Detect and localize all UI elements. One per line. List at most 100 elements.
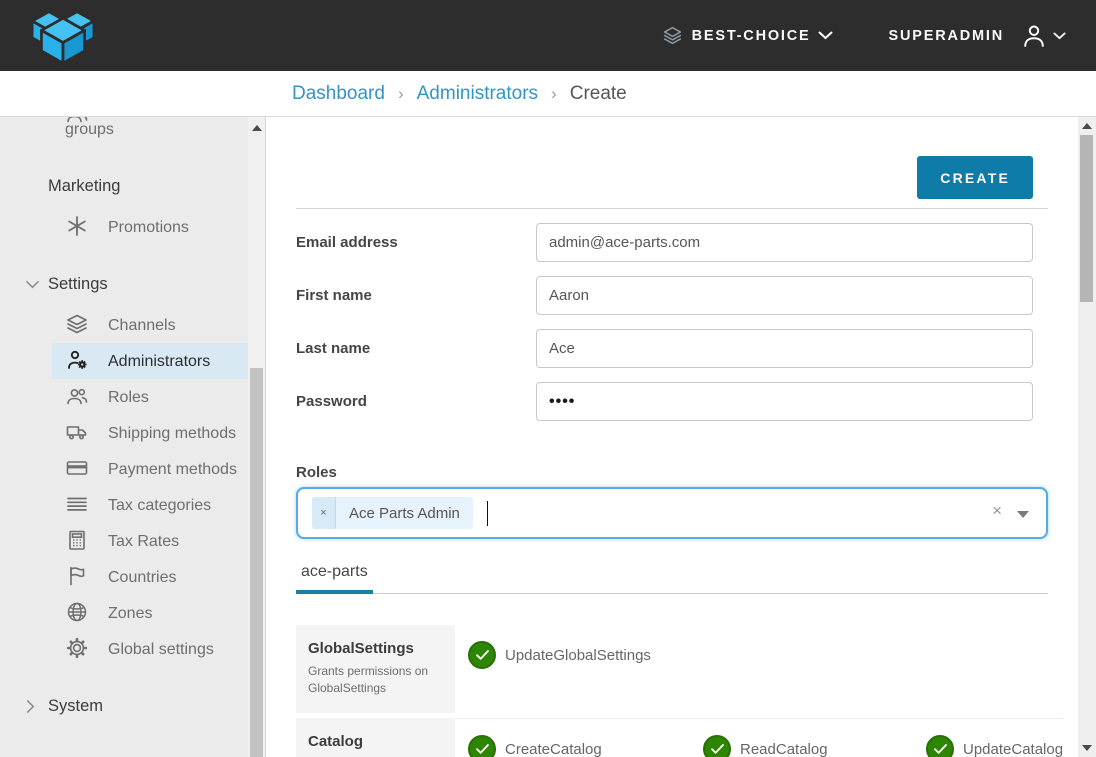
scroll-down-arrow[interactable] — [1082, 745, 1092, 751]
layers-icon — [65, 312, 89, 336]
section-header-settings[interactable]: Settings — [0, 275, 248, 297]
dropdown-arrow-icon[interactable] — [1017, 511, 1029, 518]
sidebar-item-administrators[interactable]: Administrators — [52, 343, 248, 379]
table-row: Catalog Grants permissions on Products, … — [296, 718, 1048, 757]
top-bar: BEST-CHOICE SUPERADMIN — [0, 0, 1096, 71]
user-menu[interactable] — [1020, 22, 1066, 50]
create-button[interactable]: CREATE — [917, 156, 1033, 199]
roles-section: Roles × Ace Parts Admin × — [296, 464, 1048, 539]
section-label: System — [48, 697, 103, 715]
sidebar-item-channels[interactable]: Channels — [52, 307, 248, 343]
sidebar-item-countries[interactable]: Countries — [52, 559, 248, 595]
permission-toggle-updatecatalog[interactable]: UpdateCatalog — [926, 735, 1063, 757]
sidebar-item-label: Promotions — [108, 219, 189, 236]
email-label: Email address — [296, 234, 536, 251]
check-circle-icon — [926, 735, 954, 757]
sidebar-item-tax-categories[interactable]: Tax categories — [52, 487, 248, 523]
table-row: GlobalSettings Grants permissions on Glo… — [296, 625, 1048, 713]
last-name-label: Last name — [296, 340, 536, 357]
admin-detail-form: Email address First name Last name Passw… — [296, 223, 1048, 421]
sidebar-item-label: Countries — [108, 569, 176, 586]
section-label: Settings — [48, 275, 108, 293]
sidebar-section-system: System — [0, 697, 248, 719]
users-icon — [65, 117, 89, 126]
breadcrumb-administrators[interactable]: Administrators — [417, 83, 538, 105]
permissions-table: GlobalSettings Grants permissions on Glo… — [296, 625, 1048, 757]
roles-label: Roles — [296, 464, 1048, 481]
permission-group-name: GlobalSettings — [308, 640, 443, 657]
first-name-label: First name — [296, 287, 536, 304]
sidebar-item-label: Zones — [108, 605, 152, 622]
layers-icon — [662, 25, 683, 46]
users-icon — [65, 384, 89, 408]
scrollbar-thumb[interactable] — [250, 368, 263, 757]
text-cursor — [487, 501, 489, 526]
last-name-field[interactable] — [536, 329, 1033, 368]
sidebar-item-label: Tax categories — [108, 497, 211, 514]
globe-icon — [65, 600, 89, 624]
section-label: Marketing — [48, 177, 120, 195]
email-field[interactable] — [536, 223, 1033, 262]
scrollbar-thumb[interactable] — [1080, 135, 1093, 302]
sidebar-item-label: Payment methods — [108, 461, 237, 478]
sidebar-item-tax-rates[interactable]: Tax Rates — [52, 523, 248, 559]
chip-remove-icon[interactable]: × — [312, 497, 336, 529]
scroll-up-arrow[interactable] — [1082, 123, 1092, 129]
role-chip: × Ace Parts Admin — [312, 497, 473, 529]
chevron-right-icon — [26, 700, 35, 713]
sidebar-section-marketing: Marketing Promotions — [0, 177, 248, 245]
breadcrumb-current: Create — [570, 83, 627, 105]
channel-label: BEST-CHOICE — [692, 28, 811, 44]
sidebar-item-zones[interactable]: Zones — [52, 595, 248, 631]
channel-tabs: ace-parts — [296, 563, 1048, 594]
tab-ace-parts[interactable]: ace-parts — [296, 563, 373, 594]
permission-label: UpdateCatalog — [963, 741, 1063, 757]
check-circle-icon — [468, 735, 496, 757]
sidebar-item-label: Tax Rates — [108, 533, 179, 550]
asterisk-icon — [65, 214, 89, 238]
user-label: SUPERADMIN — [889, 28, 1004, 44]
password-field[interactable] — [536, 382, 1033, 421]
roles-select[interactable]: × Ace Parts Admin × — [296, 487, 1048, 539]
permission-group-description: Grants permissions on GlobalSettings — [308, 663, 443, 697]
chevron-down-icon — [26, 280, 39, 289]
user-gear-icon — [65, 348, 89, 372]
sidebar-item-label: Shipping methods — [108, 425, 236, 442]
password-label: Password — [296, 393, 536, 410]
sidebar-item-label: Channels — [108, 317, 176, 334]
sidebar-item-payment-methods[interactable]: Payment methods — [52, 451, 248, 487]
check-circle-icon — [468, 641, 496, 669]
sidebar-item-roles[interactable]: Roles — [52, 379, 248, 415]
breadcrumb-dashboard[interactable]: Dashboard — [292, 83, 385, 105]
section-header-marketing[interactable]: Marketing — [0, 177, 248, 199]
sidebar-item-label: Roles — [108, 389, 149, 406]
divider — [296, 208, 1048, 209]
sidebar-item-label: Administrators — [108, 353, 210, 370]
sidebar-item-promotions[interactable]: Promotions — [52, 209, 248, 245]
sidebar-scrollbar — [248, 117, 266, 757]
truck-icon — [65, 420, 89, 444]
check-circle-icon — [703, 735, 731, 757]
scroll-up-arrow[interactable] — [252, 125, 262, 131]
breadcrumb-separator: › — [551, 84, 557, 104]
sidebar-section-settings: Settings Channels — [0, 275, 248, 667]
sidebar-item-global-settings[interactable]: Global settings — [52, 631, 248, 667]
permission-toggle-createcatalog[interactable]: CreateCatalog — [468, 735, 703, 757]
first-name-field[interactable] — [536, 276, 1033, 315]
cog-icon — [65, 636, 89, 660]
main-content: CREATE Email address First name Last nam… — [266, 117, 1078, 757]
channel-selector[interactable]: BEST-CHOICE — [662, 25, 833, 46]
app-logo-icon[interactable] — [26, 6, 100, 66]
permission-toggle-readcatalog[interactable]: ReadCatalog — [703, 735, 926, 757]
breadcrumb: Dashboard › Administrators › Create — [0, 71, 1096, 117]
sidebar-item-customer-groups[interactable]: groups — [52, 117, 248, 145]
clear-selection-icon[interactable]: × — [992, 502, 1002, 519]
credit-card-icon — [65, 456, 89, 480]
permission-group-name: Catalog — [308, 733, 443, 750]
sidebar: groups Marketing Promotions Settin — [0, 117, 248, 757]
role-chip-label: Ace Parts Admin — [336, 497, 473, 529]
section-header-system[interactable]: System — [0, 697, 248, 719]
sidebar-item-label: Global settings — [108, 641, 214, 658]
permission-toggle-updateglobalsettings[interactable]: UpdateGlobalSettings — [468, 641, 651, 669]
sidebar-item-shipping-methods[interactable]: Shipping methods — [52, 415, 248, 451]
